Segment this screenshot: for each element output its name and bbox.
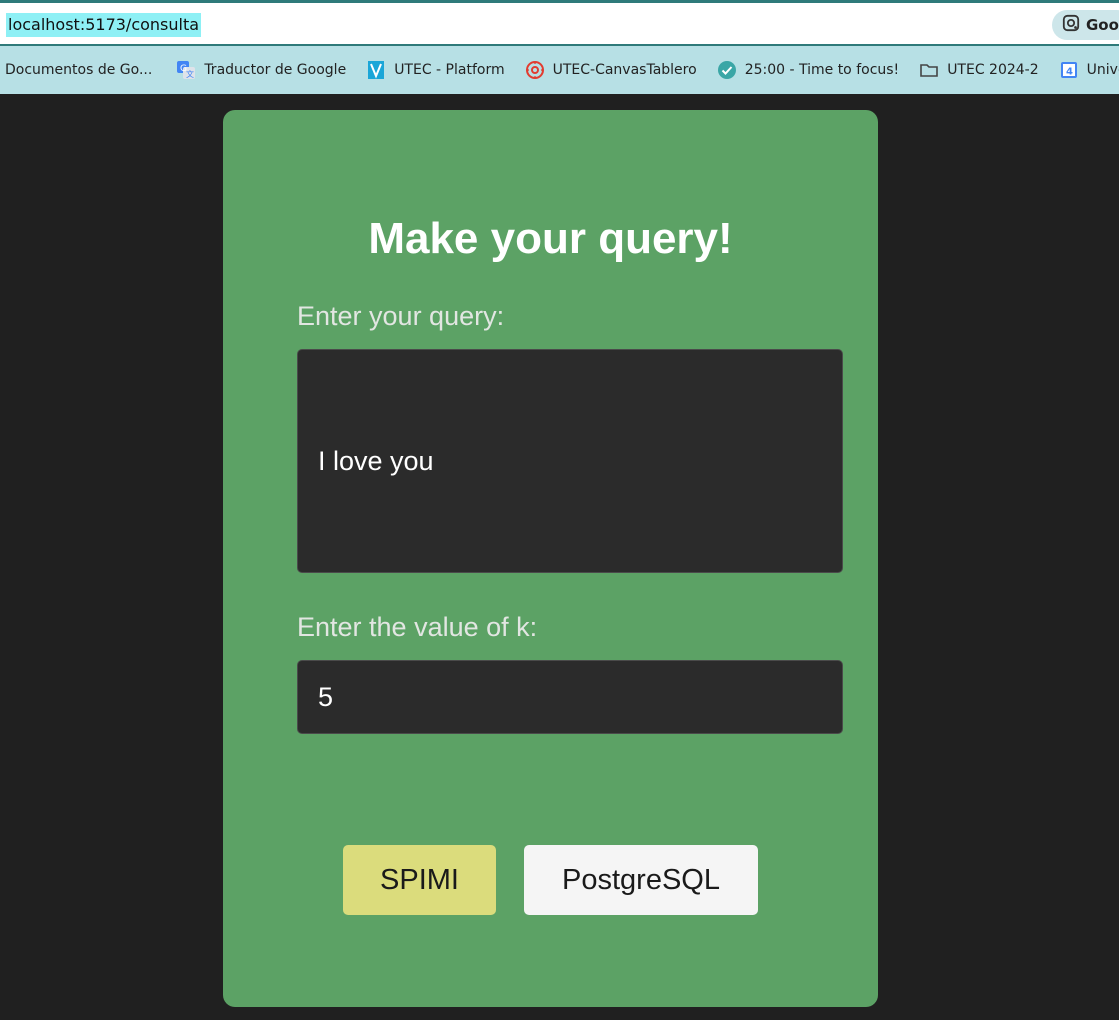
bookmark-label: UTEC 2024-2 — [947, 62, 1039, 78]
lens-icon — [1062, 14, 1080, 36]
bookmark-traductor[interactable]: G文 Traductor de Google — [176, 60, 346, 80]
canvas-icon — [525, 60, 545, 80]
bookmark-label: UTEC-CanvasTablero — [552, 62, 697, 78]
bookmark-label: Universidad — [1086, 62, 1119, 78]
bookmarks-bar: Documentos de Go... G文 Traductor de Goog… — [0, 46, 1119, 94]
svg-text:文: 文 — [186, 69, 194, 79]
bookmark-universidad[interactable]: 4 Universidad — [1059, 60, 1119, 80]
google-lens-button[interactable]: Goo — [1052, 10, 1119, 40]
utec-icon — [366, 60, 386, 80]
google-translate-icon: G文 — [176, 60, 196, 80]
bookmark-canvas[interactable]: UTEC-CanvasTablero — [525, 60, 697, 80]
check-circle-icon — [717, 60, 737, 80]
k-input[interactable]: 5 — [297, 660, 843, 734]
query-text: I love you — [318, 445, 434, 476]
calendar-icon: 4 — [1059, 60, 1079, 80]
browser-address-bar: localhost:5173/consulta Goo — [0, 0, 1119, 46]
k-value: 5 — [318, 681, 334, 712]
postgresql-button[interactable]: PostgreSQL — [524, 845, 758, 915]
page-title: Make your query! — [368, 214, 733, 263]
bookmark-label: Traductor de Google — [204, 62, 347, 78]
folder-icon — [919, 60, 939, 80]
bookmark-label: 25:00 - Time to focus! — [744, 62, 900, 78]
query-card: Make your query! Enter your query: I lov… — [223, 110, 878, 1007]
bookmark-utec-2024-2[interactable]: UTEC 2024-2 — [919, 60, 1039, 80]
bookmark-time-to-focus[interactable]: 25:00 - Time to focus! — [717, 60, 900, 80]
bookmark-label: Documentos de Go... — [5, 62, 153, 78]
query-label: Enter your query: — [297, 301, 505, 331]
bookmark-utec-platform[interactable]: UTEC - Platform — [366, 60, 505, 80]
spimi-button[interactable]: SPIMI — [343, 845, 496, 915]
lens-label: Goo — [1086, 16, 1119, 34]
query-input[interactable]: I love you — [297, 349, 843, 573]
bookmark-label: UTEC - Platform — [394, 62, 505, 78]
bookmark-documentos[interactable]: Documentos de Go... — [5, 62, 152, 78]
svg-text:4: 4 — [1066, 67, 1073, 78]
k-label: Enter the value of k: — [297, 612, 538, 642]
url-field[interactable]: localhost:5173/consulta — [6, 13, 202, 37]
